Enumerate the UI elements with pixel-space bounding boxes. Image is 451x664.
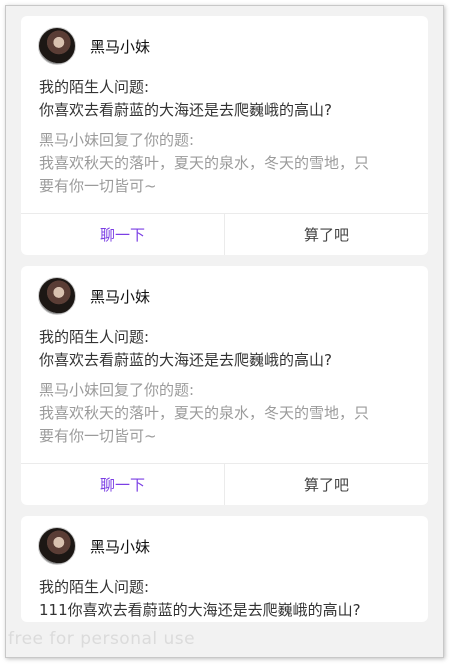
user-name: 黑马小妹 xyxy=(90,537,151,556)
card-list: 黑马小妹 我的陌生人问题: 你喜欢去看蔚蓝的大海还是去爬巍峨的高山? 黑马小妹回… xyxy=(21,16,428,633)
watermark: free for personal use xyxy=(8,629,196,649)
reply-text-line: 我喜欢秋天的落叶，夏天的泉水，冬天的雪地，只 xyxy=(39,404,370,422)
skip-button[interactable]: 算了吧 xyxy=(225,214,428,255)
question-label: 我的陌生人问题: xyxy=(39,578,150,596)
question-text: 111你喜欢去看蔚蓝的大海还是去爬巍峨的高山? xyxy=(39,601,361,619)
stranger-card: 黑马小妹 我的陌生人问题: 你喜欢去看蔚蓝的大海还是去爬巍峨的高山? 黑马小妹回… xyxy=(21,266,428,505)
avatar[interactable] xyxy=(38,277,76,315)
reply-text-line: 要有你一切皆可~ xyxy=(39,427,157,445)
card-header: 黑马小妹 xyxy=(21,16,428,76)
reply-text-line: 要有你一切皆可~ xyxy=(39,177,157,195)
stranger-card: 黑马小妹 我的陌生人问题: 111你喜欢去看蔚蓝的大海还是去爬巍峨的高山? xyxy=(21,516,428,622)
avatar[interactable] xyxy=(38,27,76,65)
reply-label: 黑马小妹回复了你的题: xyxy=(39,381,195,399)
question-block: 我的陌生人问题: 你喜欢去看蔚蓝的大海还是去爬巍峨的高山? xyxy=(21,326,428,372)
reply-block: 黑马小妹回复了你的题: 我喜欢秋天的落叶，夏天的泉水，冬天的雪地，只 要有你一切… xyxy=(21,372,428,448)
card-header: 黑马小妹 xyxy=(21,516,428,576)
reply-block: 黑马小妹回复了你的题: 我喜欢秋天的落叶，夏天的泉水，冬天的雪地，只 要有你一切… xyxy=(21,122,428,198)
card-header: 黑马小妹 xyxy=(21,266,428,326)
card-actions: 聊一下 算了吧 xyxy=(21,463,428,505)
card-actions: 聊一下 算了吧 xyxy=(21,213,428,255)
user-name: 黑马小妹 xyxy=(90,37,151,56)
question-block: 我的陌生人问题: 111你喜欢去看蔚蓝的大海还是去爬巍峨的高山? xyxy=(21,576,428,622)
question-block: 我的陌生人问题: 你喜欢去看蔚蓝的大海还是去爬巍峨的高山? xyxy=(21,76,428,122)
chat-button[interactable]: 聊一下 xyxy=(21,464,225,505)
question-label: 我的陌生人问题: xyxy=(39,328,150,346)
user-name: 黑马小妹 xyxy=(90,287,151,306)
question-text: 你喜欢去看蔚蓝的大海还是去爬巍峨的高山? xyxy=(39,101,332,119)
question-text: 你喜欢去看蔚蓝的大海还是去爬巍峨的高山? xyxy=(39,351,332,369)
avatar[interactable] xyxy=(38,527,76,565)
chat-button[interactable]: 聊一下 xyxy=(21,214,225,255)
app-frame: 黑马小妹 我的陌生人问题: 你喜欢去看蔚蓝的大海还是去爬巍峨的高山? 黑马小妹回… xyxy=(5,5,444,658)
skip-button[interactable]: 算了吧 xyxy=(225,464,428,505)
question-label: 我的陌生人问题: xyxy=(39,78,150,96)
stranger-card: 黑马小妹 我的陌生人问题: 你喜欢去看蔚蓝的大海还是去爬巍峨的高山? 黑马小妹回… xyxy=(21,16,428,255)
reply-label: 黑马小妹回复了你的题: xyxy=(39,131,195,149)
reply-text-line: 我喜欢秋天的落叶，夏天的泉水，冬天的雪地，只 xyxy=(39,154,370,172)
